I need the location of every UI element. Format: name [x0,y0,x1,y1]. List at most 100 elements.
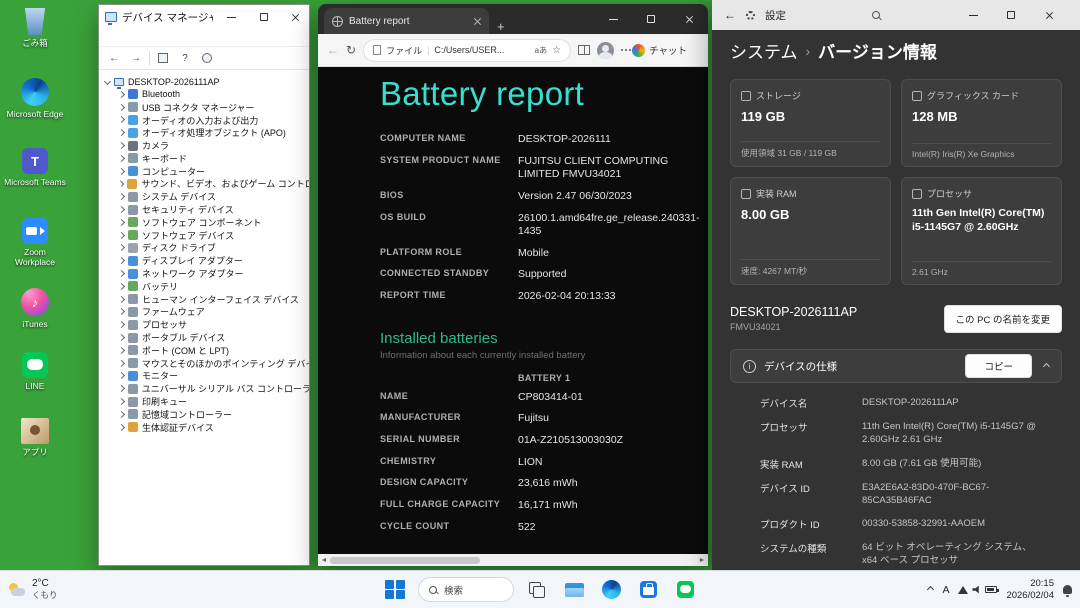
device-tree-item[interactable]: オーディオの入力および出力 [99,114,309,127]
device-tree-item[interactable]: ポータブル デバイス [99,331,309,344]
device-tree-item[interactable]: カメラ [99,139,309,152]
device-tree-item[interactable]: ネットワーク アダプター [99,267,309,280]
expand-icon[interactable] [117,218,126,226]
scrollbar-thumb[interactable] [330,556,480,564]
desktop-icon-app[interactable]: アプリ [4,418,66,457]
settings-titlebar[interactable]: ← 設定 [712,0,1080,30]
device-tree-item[interactable]: プロセッサ [99,318,309,331]
help-icon[interactable]: ? [176,49,194,67]
ime-indicator[interactable]: A [942,584,949,596]
scan-hardware-icon[interactable] [198,49,216,67]
task-view-button[interactable] [523,576,551,604]
scroll-left-icon[interactable]: ◄ [318,557,330,564]
minimize-button[interactable] [954,0,992,30]
refresh-icon[interactable]: ↻ [346,43,356,57]
device-tree-item[interactable]: Bluetooth [99,88,309,101]
copy-button[interactable]: コピー [965,354,1032,378]
device-tree-item[interactable]: セキュリティ デバイス [99,203,309,216]
device-spec-header[interactable]: i デバイスの仕様 コピー [730,349,1062,383]
expand-icon[interactable] [117,321,126,329]
weather-widget[interactable]: 2°C くもり [8,571,58,608]
browser-tab[interactable]: Battery report [324,8,489,34]
expand-icon[interactable] [117,129,126,137]
close-button[interactable] [282,6,309,29]
device-tree-item[interactable]: 生体認証デバイス [99,421,309,434]
horizontal-scrollbar[interactable]: ◄ ► [318,554,708,566]
expand-icon[interactable] [117,206,126,214]
scroll-right-icon[interactable]: ► [696,557,708,564]
desktop-icon-teams[interactable]: T Microsoft Teams [4,148,66,187]
translate-icon[interactable]: aあ [535,45,547,56]
forward-icon[interactable]: → [127,49,145,67]
device-tree-item[interactable]: ソフトウェア デバイス [99,229,309,242]
expand-icon[interactable] [117,244,126,252]
file-explorer-button[interactable] [560,576,588,604]
device-tree-item[interactable]: 印刷キュー [99,395,309,408]
expand-icon[interactable] [117,270,126,278]
device-tree-item[interactable]: キーボード [99,152,309,165]
back-icon[interactable]: ← [724,8,736,22]
expand-icon[interactable] [117,346,126,354]
rename-pc-button[interactable]: この PC の名前を変更 [943,305,1062,333]
line-button[interactable] [671,576,699,604]
device-tree-item[interactable]: ヒューマン インターフェイス デバイス [99,293,309,306]
device-tree-item[interactable]: サウンド、ビデオ、およびゲーム コントローラー [99,178,309,191]
expand-icon[interactable] [117,116,126,124]
back-icon[interactable]: ← [327,43,339,57]
split-screen-icon[interactable] [578,45,591,55]
address-bar[interactable]: ファイル | C:/Users/USER... aあ ☆ [363,38,572,62]
desktop-icon-recycle-bin[interactable]: ごみ箱 [4,8,66,48]
desktop-icon-line[interactable]: LINE [4,352,66,391]
maximize-button[interactable] [632,4,670,34]
device-tree-item[interactable]: マウスとそのほかのポインティング デバイス [99,357,309,370]
expand-icon[interactable] [117,154,126,162]
device-tree-item[interactable]: モニター [99,370,309,383]
expand-icon[interactable] [117,142,126,150]
device-tree-item[interactable]: ディスプレイ アダプター [99,254,309,267]
expand-icon[interactable] [117,385,125,393]
expand-icon[interactable] [117,167,126,175]
expand-icon[interactable] [117,423,126,431]
expand-icon[interactable] [117,397,126,406]
quick-settings[interactable] [958,585,1000,594]
expand-icon[interactable] [117,103,126,111]
favorite-star-icon[interactable]: ☆ [552,45,561,56]
expand-icon[interactable] [117,257,126,265]
device-tree-item[interactable]: ディスク ドライブ [99,242,309,255]
device-manager-titlebar[interactable]: デバイス マネージャー [99,5,309,29]
device-tree-item[interactable]: ファームウェア [99,306,309,319]
menu-item[interactable] [103,36,113,40]
profile-avatar[interactable] [597,41,615,59]
start-button[interactable] [381,576,409,604]
tray-overflow-chevron-icon[interactable] [927,585,935,594]
chat-button[interactable]: チャット [632,43,687,57]
device-tree-root[interactable]: DESKTOP-2026111AP [99,75,309,89]
minimize-button[interactable] [218,6,245,29]
device-tree-item[interactable]: ポート (COM と LPT) [99,344,309,357]
search-icon[interactable] [872,11,880,19]
desktop-icon-zoom[interactable]: Zoom Workplace [4,218,66,267]
new-tab-button[interactable]: + [497,19,505,34]
tab-close-icon[interactable] [473,17,481,25]
chevron-up-icon[interactable] [1042,362,1051,370]
device-tree-item[interactable]: バッテリ [99,280,309,293]
taskbar-search[interactable]: 検索 [418,577,514,602]
expand-icon[interactable] [117,359,125,367]
edge-button[interactable] [597,576,625,604]
expand-icon[interactable] [117,308,126,316]
expand-icon[interactable] [117,295,126,303]
expand-icon[interactable] [117,410,126,418]
expand-icon[interactable] [117,231,126,239]
console-window-icon[interactable] [154,49,172,67]
device-tree-item[interactable]: ユニバーサル シリアル バス コントローラー [99,382,309,395]
close-button[interactable] [670,4,708,34]
clock[interactable]: 20:15 2026/02/04 [1006,578,1054,602]
maximize-button[interactable] [250,6,277,29]
expand-icon[interactable] [117,90,126,98]
maximize-button[interactable] [992,0,1030,30]
more-menu-icon[interactable] [621,49,624,51]
back-icon[interactable]: ← [105,49,123,67]
desktop-icon-edge[interactable]: Microsoft Edge [4,78,66,119]
expand-icon[interactable] [117,180,125,188]
expand-icon[interactable] [117,282,126,290]
